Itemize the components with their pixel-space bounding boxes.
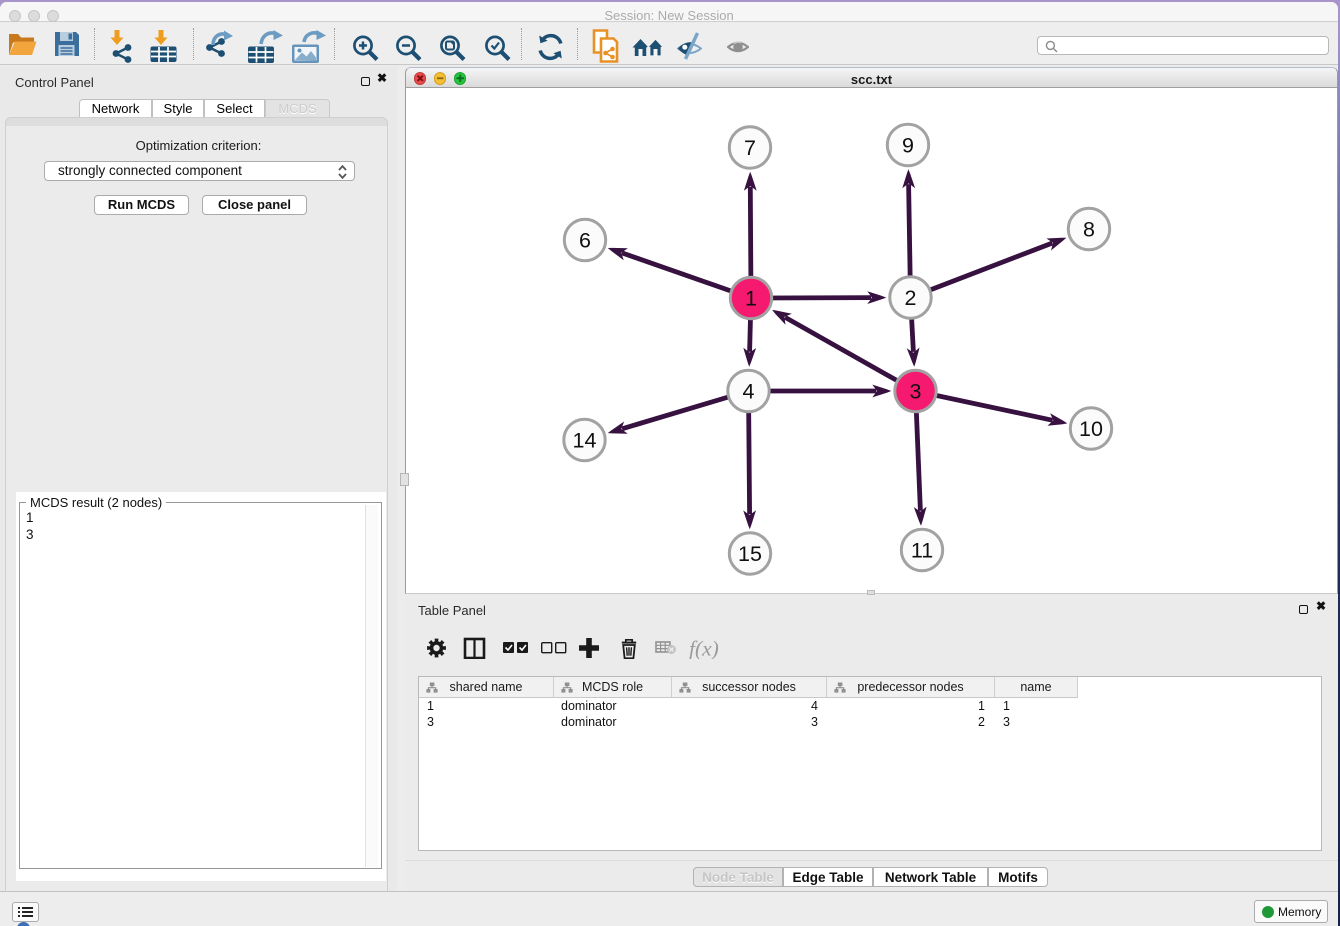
svg-text:f(x): f(x) [689,637,719,659]
svg-text:10: 10 [1079,417,1103,441]
svg-text:14: 14 [573,429,597,453]
svg-text:6: 6 [579,229,591,253]
svg-text:7: 7 [744,136,756,160]
svg-text:2: 2 [905,286,917,310]
svg-text:15: 15 [738,542,762,566]
svg-text:4: 4 [743,380,755,404]
svg-text:9: 9 [902,134,914,158]
svg-text:1: 1 [745,287,757,311]
svg-text:3: 3 [910,380,922,404]
svg-text:11: 11 [911,539,933,563]
svg-text:8: 8 [1083,218,1095,242]
